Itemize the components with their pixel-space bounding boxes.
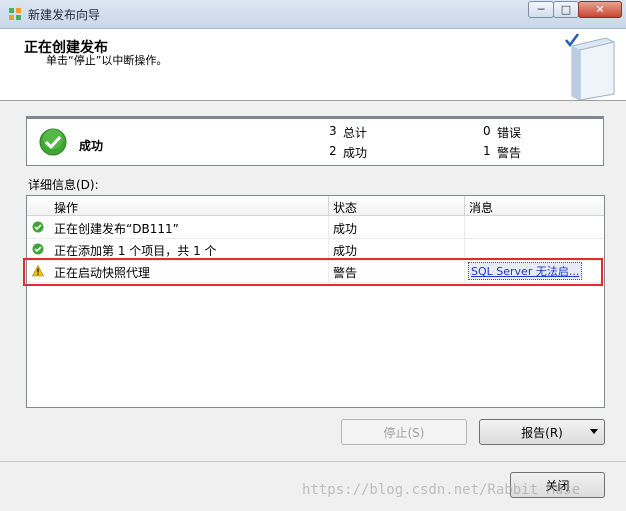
- row-status: 成功: [333, 222, 358, 236]
- report-button-label: 报告(R): [521, 425, 563, 440]
- maximize-icon: □: [560, 3, 572, 16]
- report-button[interactable]: 报告(R): [479, 419, 605, 445]
- book-check-icon: [565, 34, 615, 100]
- table-row[interactable]: 正在创建发布“DB111” 成功: [27, 216, 604, 239]
- minimize-icon: ─: [537, 3, 545, 16]
- success-icon: [32, 221, 44, 233]
- summary-status: 成功: [79, 139, 104, 153]
- column-header-message[interactable]: 消息: [469, 199, 493, 216]
- details-grid[interactable]: 操作 状态 消息 正在创建发布“DB111” 成功 正在添加第 1 个项目，共 …: [26, 195, 605, 408]
- page-subtitle: 单击“停止”以中断操作。: [46, 54, 168, 67]
- row-action: 正在添加第 1 个项目，共 1 个: [54, 244, 217, 258]
- wizard-app-icon: [9, 8, 21, 20]
- maximize-button[interactable]: □: [553, 1, 579, 18]
- success-icon: [32, 243, 44, 255]
- dropdown-arrow-icon[interactable]: [590, 429, 598, 434]
- watermark: https://blog.csdn.net/Rabbit Muse: [302, 482, 581, 498]
- close-window-button[interactable]: ✕: [578, 1, 622, 18]
- success-label: 成功: [343, 146, 368, 160]
- row-status: 成功: [333, 244, 358, 258]
- success-count: 2: [329, 144, 337, 158]
- total-count: 3: [329, 124, 337, 138]
- details-label: 详细信息(D):: [28, 178, 99, 192]
- column-divider[interactable]: [328, 196, 329, 215]
- warning-label: 警告: [497, 146, 522, 160]
- warning-count: 1: [483, 144, 491, 158]
- close-icon: ✕: [595, 3, 605, 16]
- column-header-status[interactable]: 状态: [333, 199, 357, 216]
- window-title: 新建发布向导: [28, 8, 101, 22]
- highlight-box: [23, 258, 603, 286]
- check-circle-icon: [39, 128, 67, 156]
- column-divider[interactable]: [464, 196, 465, 215]
- row-action: 正在创建发布“DB111”: [54, 222, 179, 236]
- total-label: 总计: [343, 126, 368, 140]
- wizard-header: 正在创建发布 单击“停止”以中断操作。: [0, 29, 626, 101]
- error-count: 0: [483, 124, 491, 138]
- stop-button[interactable]: 停止(S): [341, 419, 467, 445]
- title-bar: 新建发布向导 ─ □ ✕: [0, 0, 626, 29]
- error-label: 错误: [497, 126, 522, 140]
- summary-panel: 成功 3 总计 2 成功 0 错误 1 警告: [26, 116, 604, 166]
- column-header-action[interactable]: 操作: [54, 199, 78, 216]
- grid-header: 操作 状态 消息: [27, 196, 604, 216]
- minimize-button[interactable]: ─: [528, 1, 554, 18]
- divider: [0, 461, 626, 462]
